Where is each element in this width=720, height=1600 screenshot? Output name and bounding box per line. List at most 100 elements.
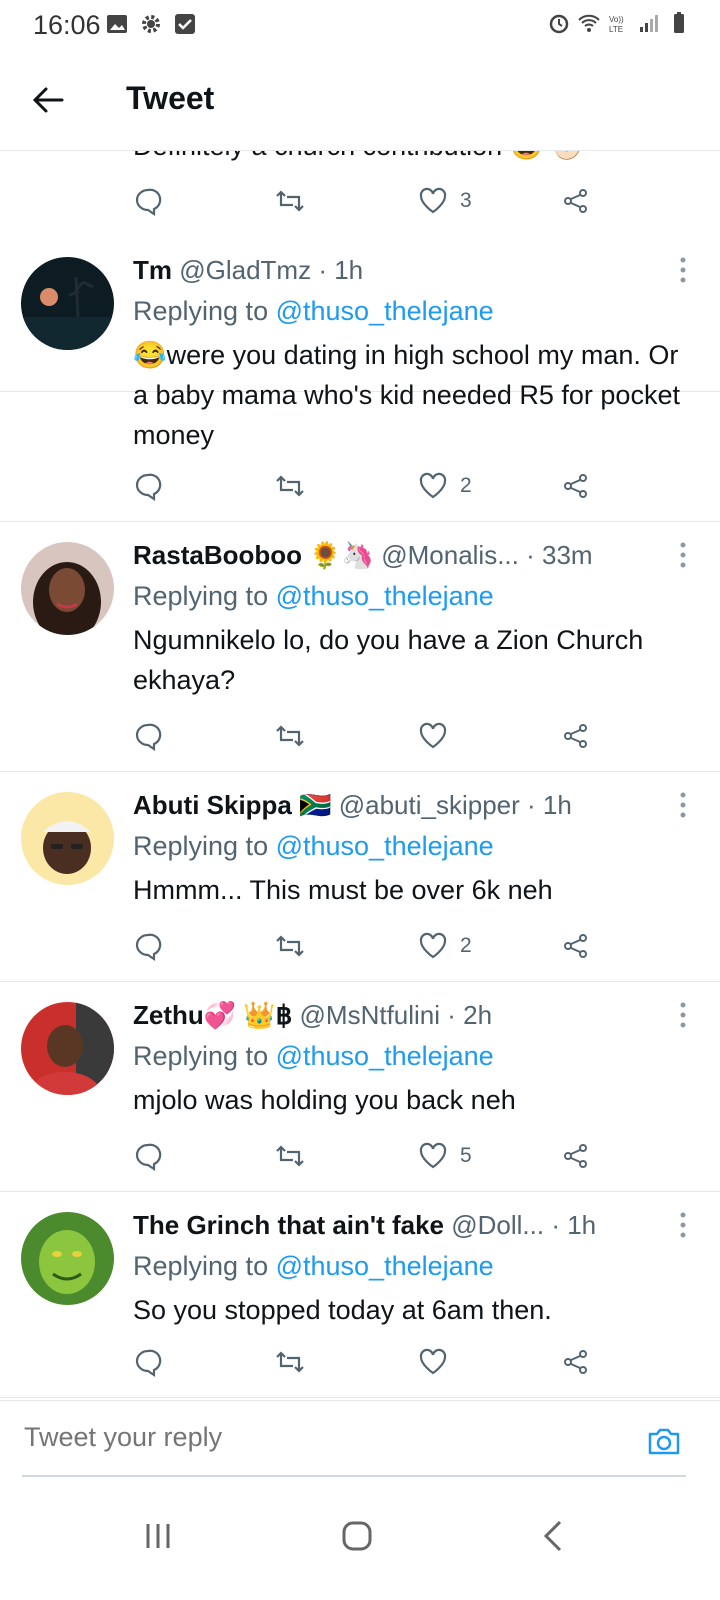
timestamp: · 2h [447, 1000, 493, 1030]
heart-icon [419, 1348, 447, 1375]
reply-icon [135, 723, 162, 751]
share-icon [564, 724, 587, 748]
mention-link[interactable]: @thuso_thelejane [276, 581, 494, 611]
retweet-button[interactable] [275, 719, 305, 753]
more-options-icon[interactable] [680, 542, 686, 568]
back-arrow-icon[interactable] [30, 82, 66, 118]
timestamp: · 33m [526, 540, 593, 570]
reply-feed[interactable]: Definitely a church contribution 😅 ✊🏻 3 … [0, 150, 720, 1430]
reply-icon [135, 1143, 162, 1171]
avatar[interactable] [21, 1212, 114, 1305]
tweet-actions: 3 [133, 184, 603, 218]
display-name[interactable]: Zethu💞 👑฿ [133, 1000, 292, 1030]
display-name[interactable]: Abuti Skippa 🇿🇦 [133, 790, 332, 820]
share-button[interactable] [561, 929, 591, 963]
avatar[interactable] [21, 792, 114, 885]
reply-button[interactable] [133, 1345, 163, 1379]
tweet-meta: RastaBooboo 🌻🦄 @Monalis... · 33m [133, 540, 593, 571]
retweet-button[interactable] [275, 929, 305, 963]
camera-icon[interactable] [646, 1423, 682, 1459]
handle[interactable]: @Doll... [451, 1210, 544, 1240]
avatar[interactable] [21, 257, 114, 350]
handle[interactable]: @Monalis... [381, 540, 519, 570]
display-name[interactable]: Tm [133, 255, 172, 285]
avatar[interactable] [21, 542, 114, 635]
tweet-meta: Tm @GladTmz · 1h [133, 255, 363, 286]
reply-icon [135, 933, 162, 961]
like-button[interactable] [418, 1345, 460, 1379]
share-button[interactable] [561, 719, 591, 753]
retweet-button[interactable] [275, 184, 305, 218]
reply-input[interactable] [22, 1421, 606, 1454]
share-icon [564, 189, 587, 213]
reply-icon [135, 473, 162, 501]
share-button[interactable] [561, 1345, 591, 1379]
avatar[interactable] [21, 1002, 114, 1095]
like-button[interactable]: 3 [418, 184, 472, 218]
home-icon[interactable] [337, 1516, 377, 1556]
reply-button[interactable] [133, 469, 163, 503]
reply-button[interactable] [133, 929, 163, 963]
replying-to: Replying to @thuso_thelejane [133, 831, 494, 861]
mention-link[interactable]: @thuso_thelejane [276, 831, 494, 861]
more-options-icon[interactable] [680, 1002, 686, 1028]
retweet-icon [276, 935, 304, 957]
back-nav-icon[interactable] [534, 1516, 574, 1556]
mention-link[interactable]: @thuso_thelejane [276, 1251, 494, 1281]
retweet-button[interactable] [275, 1139, 305, 1173]
like-button[interactable]: 2 [418, 469, 472, 503]
reply-tweet[interactable]: The Grinch that ain't fake @Doll... · 1h… [0, 1192, 720, 1398]
heart-icon [419, 932, 447, 959]
reply-icon [135, 1349, 162, 1377]
display-name[interactable]: The Grinch that ain't fake [133, 1210, 444, 1240]
share-button[interactable] [561, 184, 591, 218]
like-button[interactable] [418, 719, 460, 753]
page-title: Tweet [126, 80, 215, 116]
retweet-button[interactable] [275, 1345, 305, 1379]
share-button[interactable] [561, 1139, 591, 1173]
tweet-actions: 5 [133, 1139, 603, 1173]
svg-text:LTE: LTE [609, 25, 623, 34]
mention-link[interactable]: @thuso_thelejane [276, 1041, 494, 1071]
reply-button[interactable] [133, 719, 163, 753]
share-icon [564, 474, 587, 498]
more-options-icon[interactable] [680, 1212, 686, 1238]
like-count: 2 [460, 934, 472, 957]
reply-button[interactable] [133, 1139, 163, 1173]
checkbox-icon [175, 14, 195, 34]
avatar-moon-image [21, 257, 114, 350]
handle[interactable]: @MsNtfulini [300, 1000, 441, 1030]
tweet-actions: 2 [133, 469, 603, 503]
replying-to: Replying to @thuso_thelejane [133, 296, 494, 326]
more-options-icon[interactable] [680, 792, 686, 818]
timestamp: · 1h [318, 255, 364, 285]
share-button[interactable] [561, 469, 591, 503]
like-button[interactable]: 2 [418, 929, 472, 963]
avatar-memoji-image [21, 792, 114, 885]
more-options-icon[interactable] [680, 257, 686, 283]
system-nav-bar [0, 1480, 720, 1600]
reply-tweet[interactable]: RastaBooboo 🌻🦄 @Monalis... · 33m Replyin… [0, 522, 720, 772]
handle[interactable]: @GladTmz [179, 255, 311, 285]
heart-icon [419, 187, 447, 214]
tweet-actions: 2 [133, 929, 603, 963]
recent-apps-icon[interactable] [138, 1516, 178, 1556]
signal-icon [640, 15, 658, 32]
heart-icon [419, 472, 447, 499]
reply-tweet[interactable]: Abuti Skippa 🇿🇦 @abuti_skipper · 1h Repl… [0, 772, 720, 982]
replying-to: Replying to @thuso_thelejane [133, 1041, 494, 1071]
mention-link[interactable]: @thuso_thelejane [276, 296, 494, 326]
tweet-actions [133, 1345, 603, 1379]
gallery-icon [107, 15, 127, 33]
reply-tweet[interactable]: Tm @GladTmz · 1h Replying to @thuso_thel… [0, 237, 720, 522]
avatar-grinch-image [21, 1212, 114, 1305]
display-name[interactable]: RastaBooboo 🌻🦄 [133, 540, 374, 570]
handle[interactable]: @abuti_skipper [339, 790, 520, 820]
retweet-button[interactable] [275, 469, 305, 503]
reply-button[interactable] [133, 184, 163, 218]
heart-icon [419, 1142, 447, 1169]
reply-tweet[interactable]: Zethu💞 👑฿ @MsNtfulini · 2h Replying to @… [0, 982, 720, 1192]
reply-icon [135, 188, 162, 216]
tweet-meta: Abuti Skippa 🇿🇦 @abuti_skipper · 1h [133, 790, 572, 821]
like-button[interactable]: 5 [418, 1139, 472, 1173]
